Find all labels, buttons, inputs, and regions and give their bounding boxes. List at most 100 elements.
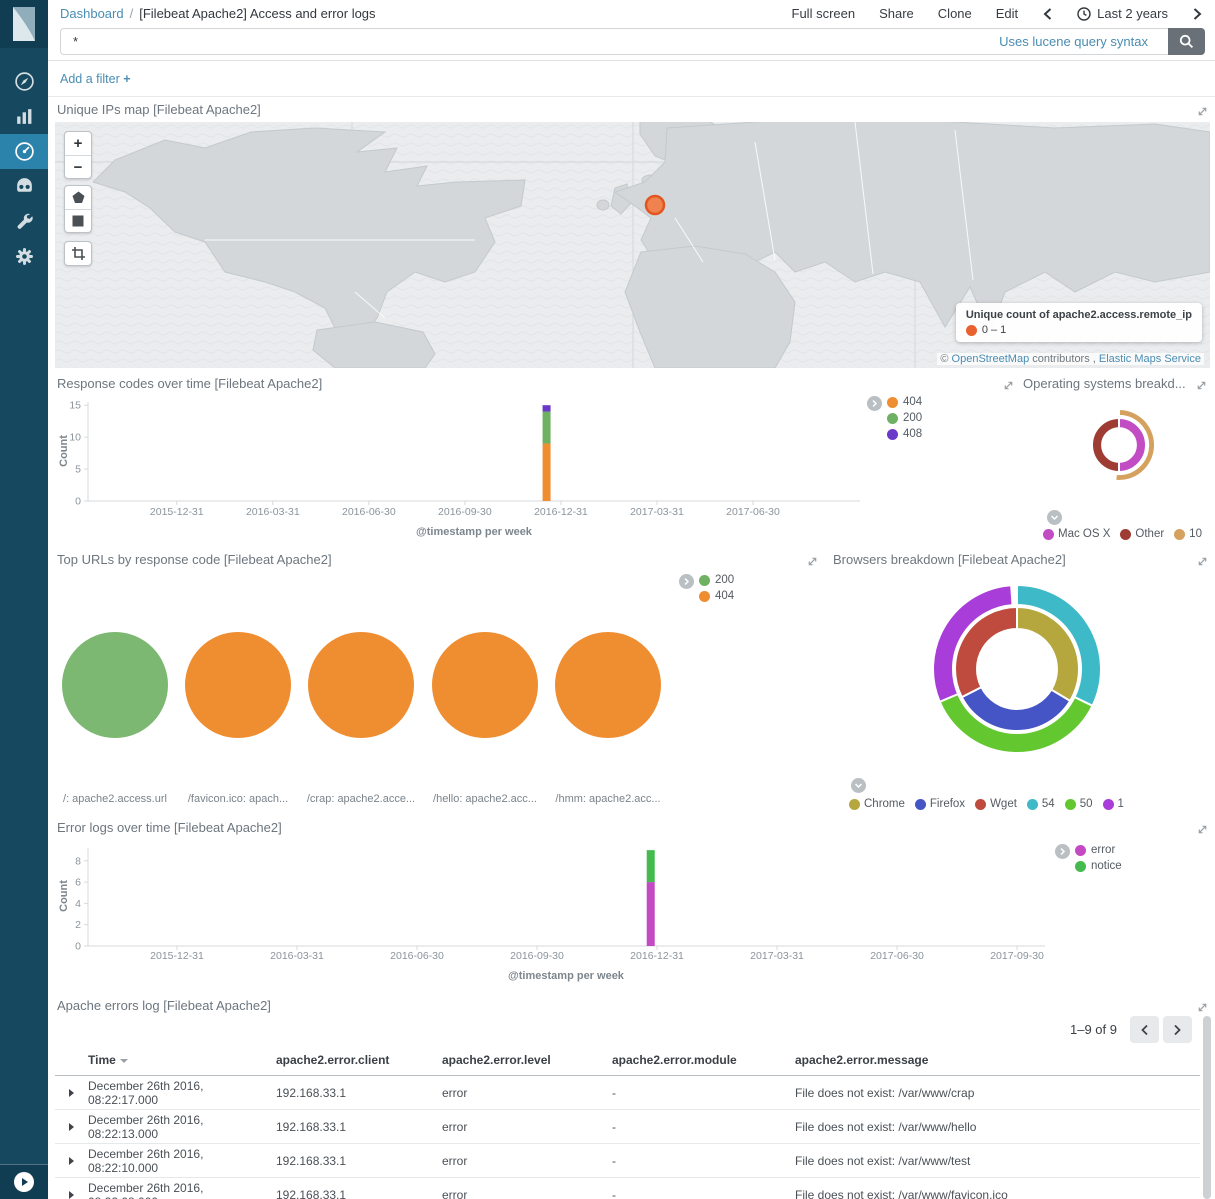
legend-item-200[interactable]: 200 — [887, 412, 922, 424]
breadcrumb-dashboard-link[interactable]: Dashboard — [60, 6, 124, 21]
error-logs-chart[interactable]: Count @timestamp per week 024682015-12-3… — [55, 840, 1055, 990]
sidebar-item-visualize[interactable] — [0, 99, 48, 134]
elastic-maps-link[interactable]: Elastic Maps Service — [1099, 353, 1201, 365]
column-header-time[interactable]: Time — [88, 1053, 276, 1067]
donut-segment-other[interactable] — [1092, 418, 1119, 472]
caret-right-icon — [69, 1157, 74, 1165]
response-codes-chart[interactable]: Count @timestamp per week 0510152015-12-… — [55, 394, 867, 546]
legend-label: 54 — [1042, 798, 1055, 810]
edit-button[interactable]: Edit — [996, 6, 1018, 21]
legend-label: 200 — [903, 412, 922, 424]
expand-row-button[interactable] — [55, 1188, 88, 1199]
legend-item-1[interactable]: 1 — [1103, 798, 1124, 810]
browsers-donut-chart[interactable] — [823, 580, 1210, 765]
legend-dot — [1075, 845, 1086, 856]
x-tick-label: 2016-09-30 — [510, 950, 564, 962]
sidebar-item-dashboard[interactable] — [0, 134, 48, 169]
sidebar-collapse[interactable] — [0, 1164, 48, 1199]
bar-segment-404[interactable] — [543, 444, 551, 501]
legend-item-mac-os-x[interactable]: Mac OS X — [1043, 528, 1110, 540]
os-donut-chart[interactable] — [1015, 400, 1210, 485]
time-forward-button[interactable] — [1192, 7, 1203, 21]
openstreetmap-link[interactable]: OpenStreetMap — [952, 353, 1030, 365]
map-marker[interactable] — [646, 196, 664, 214]
pagination-prev-button[interactable] — [1130, 1016, 1159, 1043]
table-cell: 192.168.33.1 — [276, 1154, 442, 1168]
expand-panel-icon[interactable] — [1003, 378, 1014, 396]
legend-item-50[interactable]: 50 — [1065, 798, 1093, 810]
add-filter-button[interactable]: Add a filter + — [60, 72, 131, 86]
clone-button[interactable]: Clone — [938, 6, 972, 21]
world-map[interactable]: + − — [55, 122, 1210, 368]
bar-segment-408[interactable] — [543, 405, 551, 411]
legend-item-408[interactable]: 408 — [887, 428, 922, 440]
expand-panel-icon[interactable] — [1197, 822, 1208, 840]
full-screen-button[interactable]: Full screen — [792, 6, 856, 21]
legend-toggle-icon[interactable] — [1047, 510, 1062, 525]
map-fit-bounds-button[interactable] — [65, 242, 91, 265]
map-zoom-in-button[interactable]: + — [65, 132, 91, 155]
legend-dot — [1075, 861, 1086, 872]
x-tick-label: 2017-03-31 — [750, 950, 804, 962]
legend-item-chrome[interactable]: Chrome — [849, 798, 905, 810]
table-row[interactable]: December 26th 2016, 08:22:08.000192.168.… — [55, 1178, 1200, 1199]
search-button[interactable] — [1168, 28, 1205, 55]
url-pie-charts[interactable] — [55, 625, 820, 745]
expand-panel-icon[interactable] — [807, 554, 818, 572]
pie--apache2-access-url[interactable] — [62, 632, 168, 738]
table-row[interactable]: December 26th 2016, 08:22:10.000192.168.… — [55, 1144, 1200, 1178]
legend-item-54[interactable]: 54 — [1027, 798, 1055, 810]
bar-segment-notice[interactable] — [647, 850, 655, 882]
search-input[interactable] — [71, 33, 999, 50]
expand-panel-icon[interactable] — [1196, 378, 1207, 396]
x-tick-label: 2016-06-30 — [390, 950, 444, 962]
legend-item-other[interactable]: Other — [1120, 528, 1164, 540]
legend-item-notice[interactable]: notice — [1075, 860, 1122, 872]
table-row[interactable]: December 26th 2016, 08:22:17.000192.168.… — [55, 1076, 1200, 1110]
expand-row-button[interactable] — [55, 1154, 88, 1168]
expand-row-button[interactable] — [55, 1120, 88, 1134]
legend-item-200[interactable]: 200 — [699, 574, 734, 586]
panel-title: Response codes over time [Filebeat Apach… — [57, 376, 817, 391]
table-row[interactable]: December 26th 2016, 08:22:13.000192.168.… — [55, 1110, 1200, 1144]
map-zoom-out-button[interactable]: − — [65, 155, 91, 178]
legend-item-404[interactable]: 404 — [887, 396, 922, 408]
bar-segment-error[interactable] — [647, 882, 655, 946]
map-draw-polygon-button[interactable] — [65, 186, 91, 209]
legend-item-wget[interactable]: Wget — [975, 798, 1017, 810]
expand-row-button[interactable] — [55, 1086, 88, 1100]
expand-panel-icon[interactable] — [1197, 554, 1208, 572]
bar-segment-200[interactable] — [543, 412, 551, 444]
chart-legend: 200404 — [679, 574, 734, 606]
time-picker[interactable]: Last 2 years — [1077, 6, 1168, 21]
map-legend: Unique count of apache2.access.remote_ip… — [956, 303, 1202, 342]
table-cell: 192.168.33.1 — [276, 1120, 442, 1134]
legend-toggle-icon[interactable] — [867, 396, 882, 411]
pie--hmm-apache2-acc-[interactable] — [555, 632, 661, 738]
map-legend-dot — [966, 325, 977, 336]
sidebar-item-dev-tools[interactable] — [0, 204, 48, 239]
sidebar-item-discover[interactable] — [0, 64, 48, 99]
expand-panel-icon[interactable] — [1197, 104, 1208, 122]
legend-item-firefox[interactable]: Firefox — [915, 798, 965, 810]
caret-right-icon — [69, 1123, 74, 1131]
lucene-syntax-link[interactable]: Uses lucene query syntax — [999, 34, 1148, 49]
time-back-button[interactable] — [1042, 7, 1053, 21]
legend-toggle-icon[interactable] — [1055, 844, 1070, 859]
legend-toggle-icon[interactable] — [851, 778, 866, 793]
legend-item-404[interactable]: 404 — [699, 590, 734, 602]
legend-item-error[interactable]: error — [1075, 844, 1122, 856]
pagination-next-button[interactable] — [1163, 1016, 1192, 1043]
panel-title: Browsers breakdown [Filebeat Apache2] — [833, 552, 1173, 567]
sidebar-item-timelion[interactable] — [0, 169, 48, 204]
pie--hello-apache2-acc-[interactable] — [432, 632, 538, 738]
sidebar-item-management[interactable] — [0, 239, 48, 274]
legend-toggle-icon[interactable] — [679, 574, 694, 589]
pie--crap-apache2-acce-[interactable] — [308, 632, 414, 738]
legend-item-10[interactable]: 10 — [1174, 528, 1202, 540]
share-button[interactable]: Share — [879, 6, 914, 21]
pie--favicon-ico-apach-[interactable] — [185, 632, 291, 738]
table-scrollbar[interactable] — [1203, 1016, 1211, 1199]
map-draw-rectangle-button[interactable] — [65, 209, 91, 232]
kibana-logo[interactable] — [0, 0, 48, 48]
